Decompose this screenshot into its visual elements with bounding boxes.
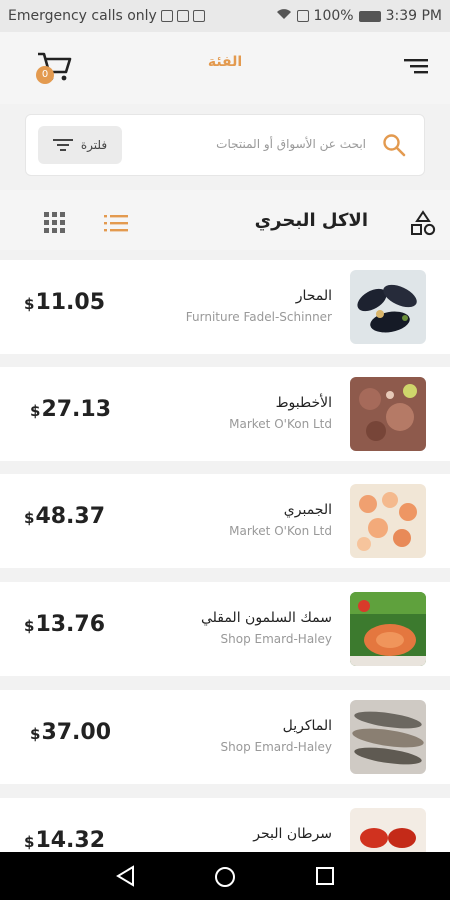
notification-icon [192,10,205,22]
product-card[interactable]: $ 13.76 سمك السلمون المقلي Shop Emard-Ha… [0,582,450,676]
home-icon [215,867,235,887]
battery-percent: 100% [313,8,354,24]
currency-symbol: $ [30,402,41,420]
product-list: $ 11.05 المحار Furniture Fadel-Schinner … [0,260,450,852]
product-card[interactable]: $ 27.13 الأخطبوط Market O'Kon Ltd [0,367,450,461]
product-price: $ 37.00 [30,720,111,745]
product-store: Shop Emard-Haley [220,632,333,646]
image-icon [176,10,189,22]
product-store: Furniture Fadel-Schinner [185,310,332,324]
product-store: Shop Emard-Haley [220,740,333,754]
recents-icon [316,867,334,885]
status-bar: Emergency calls only 100% 3:39 PM [0,0,450,32]
currency-symbol: $ [24,509,35,527]
product-name: سمك السلمون المقلي [200,610,332,626]
product-image [350,808,426,852]
shapes-icon [410,210,436,236]
price-value: 11.05 [35,290,106,315]
product-price: $ 27.13 [30,397,111,422]
back-button[interactable] [115,865,137,891]
wifi-icon [276,8,292,24]
search-input[interactable]: ابحث عن الأسواق أو المنتجات [216,137,366,151]
product-price: $ 48.37 [24,504,105,529]
product-image [350,592,426,666]
recents-button[interactable] [315,866,335,890]
product-name: الجمبري [283,502,332,518]
product-name: المحار [295,288,332,304]
grid-icon [44,212,65,233]
battery-icon [358,10,381,22]
usb-icon [160,10,173,22]
app-header: 0 الفئة [0,32,450,104]
page-title: الفئة [207,54,243,70]
product-card[interactable]: $ 48.37 الجمبري Market O'Kon Ltd [0,474,450,568]
product-name: الماكريل [282,718,332,734]
section-header: الاكل البحري [0,190,450,250]
product-card[interactable]: $ 11.05 المحار Furniture Fadel-Schinner [0,260,450,354]
product-image [350,484,426,558]
product-price: $ 14.32 [24,828,105,852]
product-image [350,377,426,451]
filter-icon [52,139,73,151]
category-title: الاكل البحري [254,210,368,231]
currency-symbol: $ [24,833,35,851]
product-name: الأخطبوط [275,395,332,411]
list-view-button[interactable] [104,214,128,232]
list-icon [104,215,128,232]
price-value: 48.37 [35,504,106,529]
menu-icon [404,59,428,74]
price-value: 13.76 [35,612,106,637]
system-nav-bar [0,852,450,900]
menu-button[interactable] [404,56,428,76]
currency-symbol: $ [30,725,41,743]
price-value: 14.32 [35,828,106,852]
price-value: 37.00 [41,720,112,745]
product-price: $ 13.76 [24,612,105,637]
search-bar[interactable]: فلترة ابحث عن الأسواق أو المنتجات [25,114,425,176]
filter-label: فلترة [80,138,108,152]
grid-view-button[interactable] [44,212,66,234]
back-icon [116,865,134,887]
product-name: سرطان البحر [253,826,332,842]
status-time: 3:39 PM [385,8,442,24]
home-button[interactable] [213,865,237,893]
product-image [350,270,426,344]
product-store: Market O'Kon Ltd [229,417,332,431]
product-price: $ 11.05 [24,290,105,315]
price-value: 27.13 [41,397,112,422]
sim-icon [296,10,309,22]
product-card[interactable]: $ 37.00 الماكريل Shop Emard-Haley [0,690,450,784]
status-carrier-text: Emergency calls only [8,8,157,24]
currency-symbol: $ [24,617,35,635]
currency-symbol: $ [24,295,35,313]
search-icon[interactable] [382,133,406,157]
product-image [350,700,426,774]
filter-button[interactable]: فلترة [38,126,122,164]
product-store: Market O'Kon Ltd [229,524,332,538]
product-card[interactable]: $ 14.32 سرطان البحر [0,798,450,852]
